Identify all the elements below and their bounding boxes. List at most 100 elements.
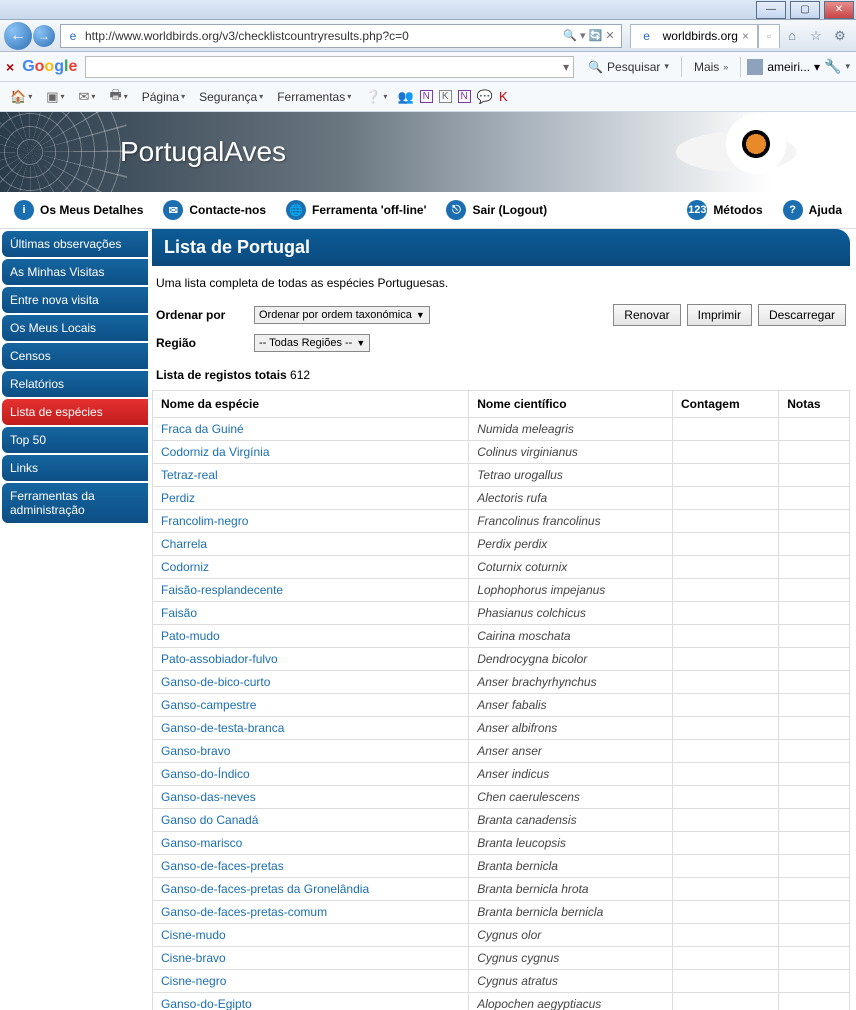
species-link[interactable]: Ganso-de-testa-branca — [161, 721, 284, 735]
species-link[interactable]: Ganso-bravo — [161, 744, 230, 758]
species-link[interactable]: Cisne-bravo — [161, 951, 226, 965]
print-dropdown[interactable]: 🖶▾ — [105, 84, 131, 110]
nav-label: Ajuda — [809, 203, 842, 217]
page-title: Lista de Portugal — [152, 229, 850, 266]
favorites-icon[interactable]: ☆ — [807, 27, 825, 45]
top-nav: iOs Meus Detalhes ✉Contacte-nos 🌐Ferrame… — [0, 192, 856, 229]
species-link[interactable]: Charrela — [161, 537, 207, 551]
rss-dropdown[interactable]: ▣▾ — [42, 87, 68, 107]
species-link[interactable]: Ganso-campestre — [161, 698, 256, 712]
google-user[interactable]: ameiri... ▾ — [747, 59, 820, 75]
close-button[interactable]: ✕ — [824, 1, 854, 19]
species-link[interactable]: Cisne-mudo — [161, 928, 226, 942]
maximize-button[interactable]: ▢ — [790, 1, 820, 19]
sort-select[interactable]: Ordenar por ordem taxonómica ▼ — [254, 306, 430, 324]
species-link[interactable]: Codorniz — [161, 560, 209, 574]
nav-my-details[interactable]: iOs Meus Detalhes — [8, 196, 149, 224]
addon-icon-6[interactable]: K — [499, 89, 508, 104]
page-viewport[interactable]: PortugalAves logged in as: ameirinho iOs… — [0, 112, 856, 1010]
species-link[interactable]: Ganso-das-neves — [161, 790, 256, 804]
search-label: Pesquisar — [607, 60, 660, 74]
address-box[interactable]: e 🔍 ▾ 🔄 ✕ — [60, 24, 622, 48]
species-link[interactable]: Ganso-de-faces-pretas da Gronelândia — [161, 882, 369, 896]
nav-logout[interactable]: ⎋Sair (Logout) — [440, 196, 553, 224]
species-link[interactable]: Ganso-do-Índico — [161, 767, 250, 781]
species-link[interactable]: Pato-mudo — [161, 629, 220, 643]
species-link[interactable]: Pato-assobiador-fulvo — [161, 652, 278, 666]
download-button[interactable]: Descarregar — [758, 304, 846, 326]
security-menu[interactable]: Segurança▾ — [195, 88, 267, 106]
species-notes-cell — [779, 602, 850, 625]
addon-icon-4[interactable]: N — [458, 90, 471, 103]
page-menu[interactable]: Página▾ — [138, 88, 189, 106]
google-logo: Google — [22, 58, 77, 76]
table-row: CodornizCoturnix coturnix — [153, 556, 850, 579]
google-more-button[interactable]: Mais » — [688, 58, 734, 76]
species-link[interactable]: Ganso do Canadá — [161, 813, 258, 827]
species-link[interactable]: Ganso-de-faces-pretas-comum — [161, 905, 327, 919]
species-count-cell — [672, 694, 778, 717]
species-link[interactable]: Francolim-negro — [161, 514, 248, 528]
browser-tab[interactable]: e worldbirds.org × — [630, 24, 758, 48]
nav-help[interactable]: ?Ajuda — [777, 196, 848, 224]
sidebar-item[interactable]: Ferramentas da administração — [2, 483, 148, 523]
nav-methods[interactable]: 123Métodos — [681, 196, 768, 224]
species-link[interactable]: Perdiz — [161, 491, 195, 505]
close-toolbar-icon[interactable]: × — [6, 59, 14, 75]
google-search-input[interactable]: ▾ — [85, 56, 574, 78]
species-link[interactable]: Cisne-negro — [161, 974, 226, 988]
species-count-cell — [672, 648, 778, 671]
addon-icon-1[interactable]: 👥 — [397, 89, 413, 105]
species-link[interactable]: Fraca da Guiné — [161, 422, 244, 436]
home-dropdown[interactable]: 🏠▾ — [6, 87, 36, 107]
tab-close-icon[interactable]: × — [742, 29, 749, 43]
sidebar-item[interactable]: As Minhas Visitas — [2, 259, 148, 285]
url-input[interactable] — [85, 29, 563, 43]
species-sci-cell: Colinus virginianus — [469, 441, 673, 464]
sidebar-item[interactable]: Últimas observações — [2, 231, 148, 257]
species-sci-cell: Cairina moschata — [469, 625, 673, 648]
help-dropdown[interactable]: ❔▾ — [361, 87, 391, 107]
tools-menu[interactable]: Ferramentas▾ — [273, 88, 355, 106]
species-notes-cell — [779, 694, 850, 717]
species-link[interactable]: Tetraz-real — [161, 468, 218, 482]
google-search-button[interactable]: 🔍 Pesquisar ▾ — [582, 58, 675, 76]
print-button[interactable]: Imprimir — [687, 304, 752, 326]
sidebar-item[interactable]: Top 50 — [2, 427, 148, 453]
home-icon[interactable]: ⌂ — [783, 27, 801, 45]
sidebar-item[interactable]: Os Meus Locais — [2, 315, 148, 341]
species-link[interactable]: Faisão-resplandecente — [161, 583, 283, 597]
nav-contact[interactable]: ✉Contacte-nos — [157, 196, 272, 224]
sidebar-item[interactable]: Links — [2, 455, 148, 481]
back-button[interactable]: ← — [4, 22, 32, 50]
region-select[interactable]: -- Todas Regiões -- ▼ — [254, 334, 370, 352]
dropdown-icon[interactable]: ▾ — [559, 60, 573, 74]
sidebar-item[interactable]: Censos — [2, 343, 148, 369]
mail-dropdown[interactable]: ✉▾ — [75, 87, 100, 107]
species-link[interactable]: Ganso-de-bico-curto — [161, 675, 270, 689]
nav-offline[interactable]: 🌐Ferramenta 'off-line' — [280, 196, 432, 224]
forward-button[interactable]: → — [33, 25, 55, 47]
addon-icon-2[interactable]: N — [420, 90, 433, 103]
species-link[interactable]: Ganso-de-faces-pretas — [161, 859, 284, 873]
gear-icon[interactable]: ⚙ — [831, 27, 849, 45]
minimize-button[interactable]: — — [756, 1, 786, 19]
sidebar-item[interactable]: Relatórios — [2, 371, 148, 397]
new-tab-button[interactable]: ▫ — [758, 24, 780, 48]
species-link[interactable]: Faisão — [161, 606, 197, 620]
species-link[interactable]: Ganso-marisco — [161, 836, 242, 850]
address-tools[interactable]: 🔍 ▾ 🔄 ✕ — [563, 29, 616, 42]
wrench-icon[interactable]: 🔧 — [824, 58, 841, 75]
species-count-cell — [672, 671, 778, 694]
species-notes-cell — [779, 717, 850, 740]
nav-label: Sair (Logout) — [472, 203, 547, 217]
sidebar-item[interactable]: Entre nova visita — [2, 287, 148, 313]
addon-icon-3[interactable]: K — [439, 90, 452, 103]
sidebar-item[interactable]: Lista de espécies — [2, 399, 148, 425]
species-sci-cell: Branta leucopsis — [469, 832, 673, 855]
species-notes-cell — [779, 832, 850, 855]
species-link[interactable]: Codorniz da Virgínia — [161, 445, 270, 459]
renew-button[interactable]: Renovar — [613, 304, 680, 326]
species-link[interactable]: Ganso-do-Egipto — [161, 997, 252, 1010]
addon-icon-5[interactable]: 💬 — [477, 89, 493, 105]
